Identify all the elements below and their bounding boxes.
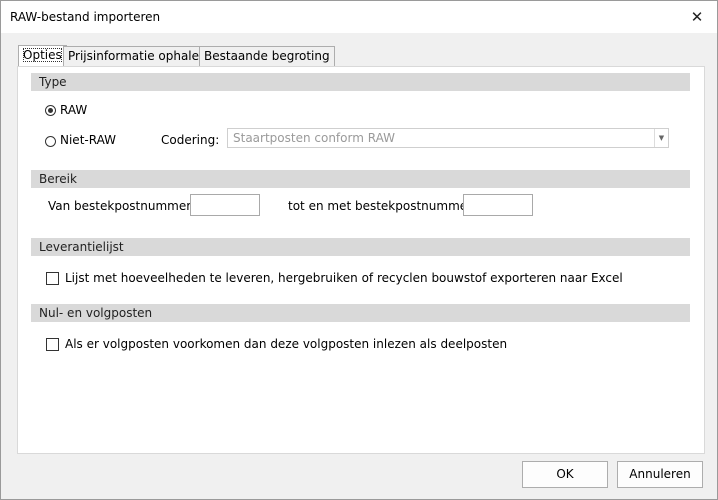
nonraw-radio[interactable] xyxy=(45,136,56,147)
cancel-button[interactable]: Annuleren xyxy=(617,461,703,488)
raw-radio-label[interactable]: RAW xyxy=(60,103,87,117)
range-section-header: Bereik xyxy=(31,170,690,188)
chevron-down-icon[interactable]: ▼ xyxy=(654,129,668,147)
from-label: Van bestekpostnummer xyxy=(48,199,192,213)
nonraw-radio-label[interactable]: Niet-RAW xyxy=(60,133,116,147)
coding-dropdown-value: Staartposten conform RAW xyxy=(233,131,395,145)
to-number-input[interactable] xyxy=(463,194,533,216)
tab-prijsinformatie-ophalen[interactable]: Prijsinformatie ophalen xyxy=(63,46,212,66)
window-title: RAW-bestand importeren xyxy=(10,10,161,24)
export-excel-label[interactable]: Lijst met hoeveelheden te leveren, herge… xyxy=(65,271,623,285)
ok-button[interactable]: OK xyxy=(522,461,608,488)
followup-checkbox[interactable] xyxy=(46,338,59,351)
tab-label: Opties xyxy=(23,48,62,62)
tab-label: Bestaande begroting xyxy=(204,49,330,63)
coding-dropdown[interactable]: Staartposten conform RAW ▼ xyxy=(227,128,669,148)
tab-opties[interactable]: Opties xyxy=(18,45,67,67)
supplier-section-header: Leverantielijst xyxy=(31,238,690,256)
coding-label: Codering: xyxy=(161,133,220,147)
dialog-window: RAW-bestand importeren ✕ Opties Prijsinf… xyxy=(0,0,718,500)
close-icon[interactable]: ✕ xyxy=(687,7,707,27)
tab-label: Prijsinformatie ophalen xyxy=(68,49,207,63)
tab-bestaande-begroting[interactable]: Bestaande begroting xyxy=(199,46,335,66)
from-number-input[interactable] xyxy=(190,194,260,216)
export-excel-checkbox[interactable] xyxy=(46,272,59,285)
title-bar: RAW-bestand importeren ✕ xyxy=(1,1,717,33)
followup-label[interactable]: Als er volgposten voorkomen dan deze vol… xyxy=(65,337,507,351)
to-label: tot en met bestekpostnummer xyxy=(288,199,473,213)
raw-radio[interactable] xyxy=(45,105,56,116)
options-panel: Type RAW Niet-RAW Codering: Staartposten… xyxy=(17,66,705,454)
followup-section-header: Nul- en volgposten xyxy=(31,304,690,322)
type-section-header: Type xyxy=(31,73,690,91)
